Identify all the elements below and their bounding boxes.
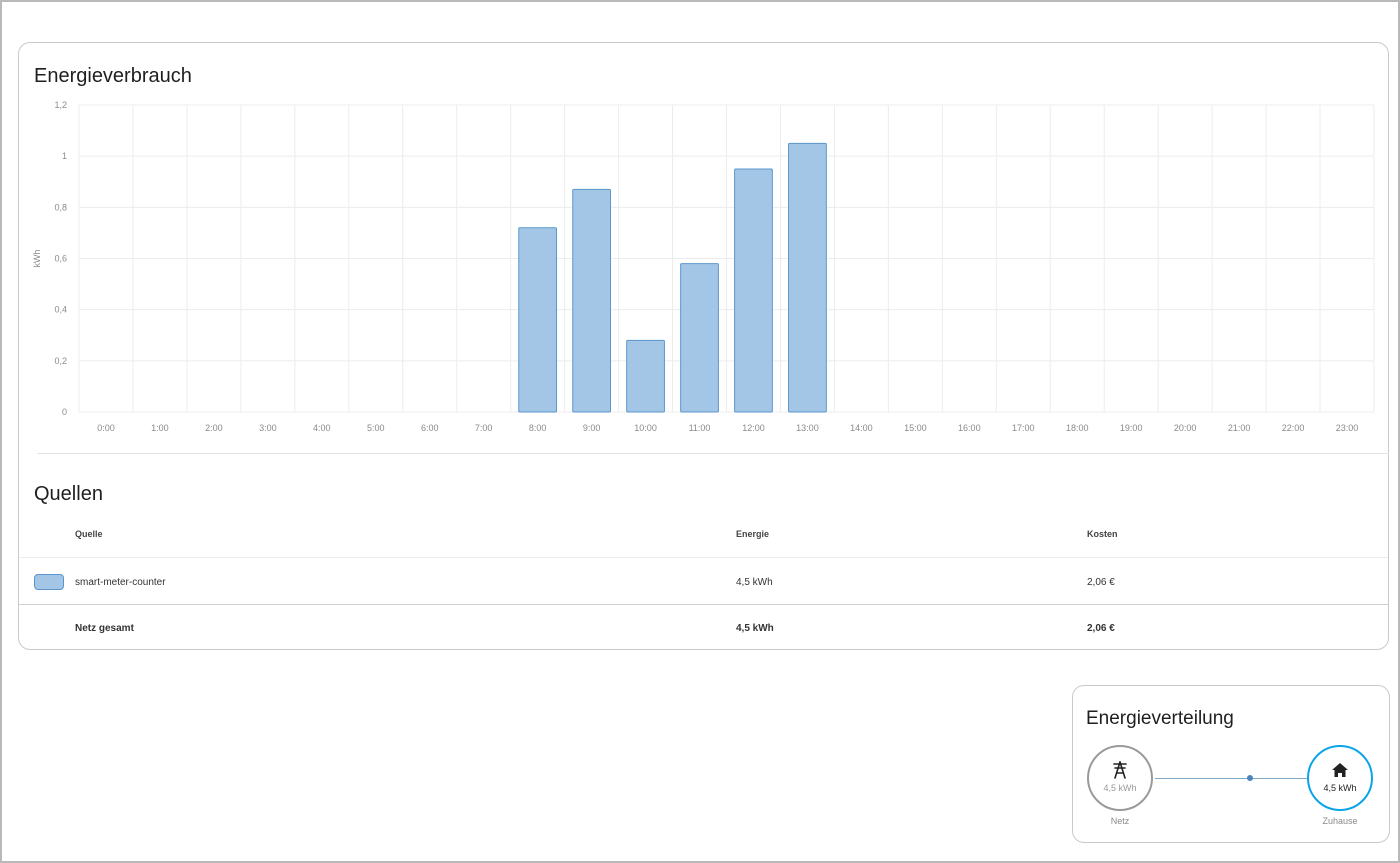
column-header-energy: Energie bbox=[736, 529, 770, 539]
bar-13:00 bbox=[788, 142, 827, 413]
column-header-cost: Kosten bbox=[1087, 529, 1118, 539]
section-divider bbox=[37, 453, 1389, 454]
total-cost: 2,06 € bbox=[1087, 623, 1115, 634]
row-divider bbox=[19, 557, 1388, 558]
sources-title: Quellen bbox=[34, 483, 103, 505]
x-tick-label: 13:00 bbox=[796, 423, 819, 433]
x-tick-label: 21:00 bbox=[1228, 423, 1251, 433]
y-axis-label: kWh bbox=[32, 250, 42, 268]
x-tick-label: 7:00 bbox=[475, 423, 493, 433]
source-color-swatch bbox=[34, 574, 64, 590]
y-tick-label: 0,4 bbox=[54, 305, 67, 315]
y-tick-label: 1,2 bbox=[54, 100, 67, 110]
grid-node[interactable]: 4,5 kWh bbox=[1087, 745, 1153, 811]
energy-usage-chart: 0 0,2 0,4 0,6 0,8 1 1,2 0:00 1:00 2:00 3:00 4:00 5:0… bbox=[32, 100, 1375, 433]
total-name: Netz gesamt bbox=[75, 623, 134, 634]
x-tick-label: 12:00 bbox=[742, 423, 765, 433]
x-tick-label: 9:00 bbox=[583, 423, 601, 433]
y-tick-label: 0 bbox=[62, 407, 67, 417]
transmission-tower-icon bbox=[1113, 761, 1127, 779]
bar-11:00 bbox=[680, 263, 719, 413]
home-icon bbox=[1332, 763, 1348, 777]
bar-12:00 bbox=[734, 168, 773, 413]
x-tick-label: 11:00 bbox=[689, 423, 711, 433]
flow-line bbox=[1155, 778, 1307, 779]
x-tick-label: 5:00 bbox=[367, 423, 385, 433]
energy-usage-card: Energieverbrauch 0 0,2 0,4 0,6 0,8 1 1,2 0:00 1:… bbox=[18, 42, 1389, 650]
y-tick-label: 1 bbox=[62, 151, 67, 161]
flow-dot bbox=[1247, 775, 1253, 781]
energy-distribution-title: Energieverteilung bbox=[1086, 708, 1234, 729]
y-tick-label: 0,8 bbox=[54, 202, 67, 212]
x-tick-label: 22:00 bbox=[1282, 423, 1305, 433]
x-tick-label: 16:00 bbox=[958, 423, 981, 433]
grid-label: Netz bbox=[1110, 816, 1130, 826]
home-value: 4,5 kWh bbox=[1323, 783, 1357, 793]
x-tick-label: 0:00 bbox=[97, 423, 115, 433]
total-divider bbox=[19, 604, 1388, 605]
bar-8:00 bbox=[518, 227, 558, 413]
total-energy: 4,5 kWh bbox=[736, 623, 774, 634]
x-tick-label: 14:00 bbox=[850, 423, 873, 433]
bar-9:00 bbox=[572, 188, 611, 413]
x-tick-label: 8:00 bbox=[529, 423, 547, 433]
source-name: smart-meter-counter bbox=[75, 577, 166, 588]
x-tick-label: 15:00 bbox=[904, 423, 927, 433]
x-tick-label: 2:00 bbox=[205, 423, 223, 433]
x-tick-label: 3:00 bbox=[259, 423, 277, 433]
bar-10:00 bbox=[626, 339, 665, 413]
home-label: Zuhause bbox=[1322, 816, 1358, 826]
home-node[interactable]: 4,5 kWh bbox=[1307, 745, 1373, 811]
energy-distribution-card: Energieverteilung 4,5 kWh Netz 4,5 kWh Z… bbox=[1072, 685, 1390, 843]
x-tick-label: 4:00 bbox=[313, 423, 331, 433]
x-tick-label: 6:00 bbox=[421, 423, 439, 433]
x-tick-label: 19:00 bbox=[1120, 423, 1143, 433]
x-tick-label: 18:00 bbox=[1066, 423, 1089, 433]
x-tick-label: 10:00 bbox=[634, 423, 657, 433]
y-tick-label: 0,2 bbox=[54, 356, 67, 366]
x-tick-label: 1:00 bbox=[151, 423, 169, 433]
column-header-source: Quelle bbox=[75, 529, 103, 539]
source-cost: 2,06 € bbox=[1087, 577, 1115, 588]
x-tick-label: 23:00 bbox=[1336, 423, 1359, 433]
source-energy: 4,5 kWh bbox=[736, 577, 773, 588]
grid-value: 4,5 kWh bbox=[1103, 783, 1137, 793]
x-tick-label: 20:00 bbox=[1174, 423, 1197, 433]
y-tick-label: 0,6 bbox=[54, 254, 67, 264]
x-tick-label: 17:00 bbox=[1012, 423, 1035, 433]
